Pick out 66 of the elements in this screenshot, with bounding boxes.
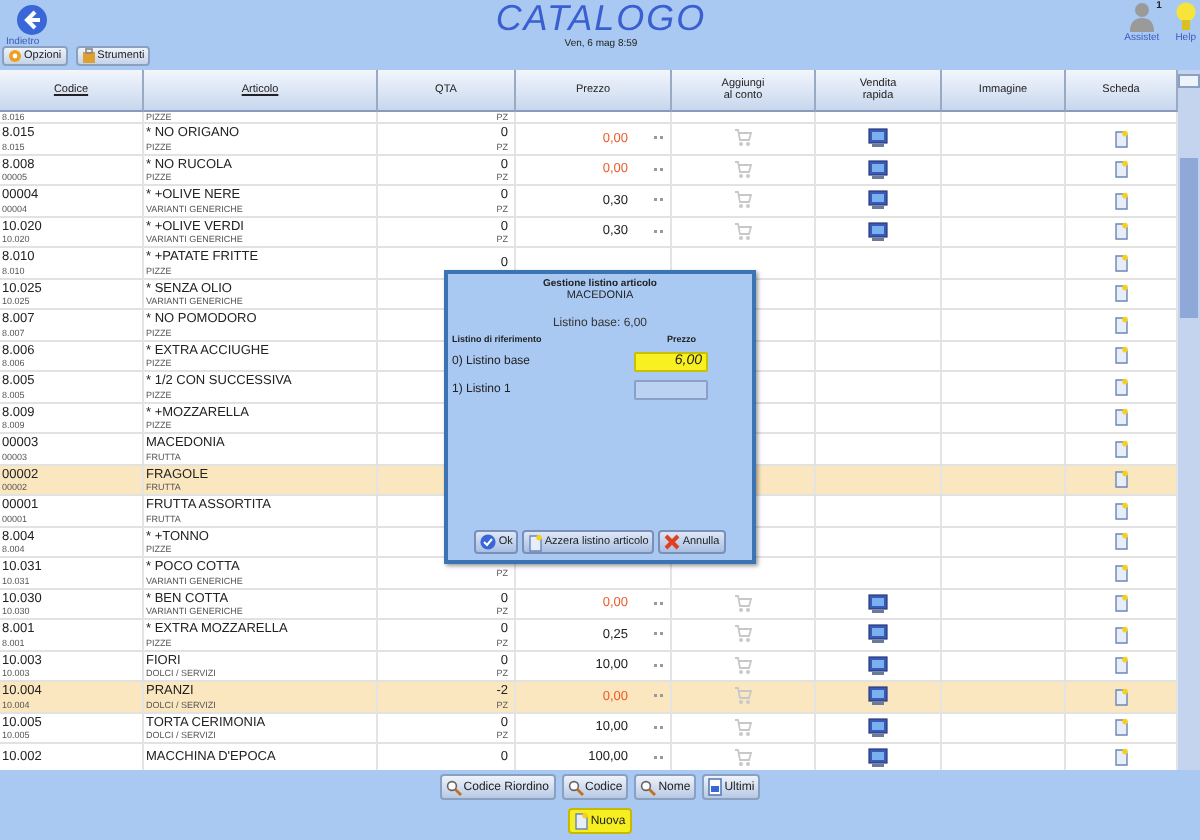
card-icon: [1114, 129, 1128, 148]
cart-icon: [734, 128, 752, 149]
more-icon: [654, 198, 664, 203]
cart-icon: [734, 717, 752, 738]
cart-icon: [734, 624, 752, 645]
back-icon: [16, 4, 48, 36]
lightbulb-icon: [1175, 2, 1196, 32]
toolbox-icon: [81, 48, 96, 64]
search-icon: [567, 779, 583, 795]
close-icon: [664, 534, 681, 550]
cart-icon: [734, 593, 752, 614]
card-icon: [1114, 625, 1128, 644]
price-field[interactable]: [634, 380, 708, 400]
monitor-icon: [868, 655, 888, 676]
monitor-icon: [868, 190, 888, 211]
card-icon: [1114, 470, 1128, 489]
cart-icon: [734, 686, 752, 707]
card-icon: [1114, 563, 1128, 582]
card-icon: [1114, 501, 1128, 520]
card-icon: [1114, 532, 1128, 551]
card-icon: [1114, 687, 1128, 706]
search-icon: [640, 779, 657, 795]
check-icon: [480, 534, 497, 550]
cart-icon: [734, 159, 752, 180]
more-icon: [654, 632, 664, 637]
more-icon: [654, 167, 664, 172]
scrollbar[interactable]: [1178, 70, 1200, 770]
card-icon: [1114, 346, 1128, 365]
card-icon: [1114, 253, 1128, 272]
document-icon: [574, 812, 589, 830]
person-icon: [1129, 2, 1154, 32]
card-icon: [1114, 594, 1128, 613]
card-icon: [1114, 439, 1128, 458]
cart-icon: [734, 747, 752, 767]
more-icon: [654, 229, 664, 234]
cart-icon: [734, 655, 752, 676]
monitor-icon: [868, 747, 888, 767]
card-icon: [1114, 284, 1128, 303]
monitor-icon: [868, 221, 888, 242]
search-icon: [445, 779, 462, 795]
card-icon: [1114, 656, 1128, 675]
card-icon: [1114, 191, 1128, 210]
document-icon: [528, 533, 543, 551]
more-icon: [654, 725, 664, 730]
monitor-icon: [868, 159, 888, 180]
card-icon: [1114, 160, 1128, 179]
card-icon: [1114, 377, 1128, 396]
monitor-icon: [868, 686, 888, 707]
monitor-icon: [868, 717, 888, 738]
more-icon: [654, 136, 664, 141]
card-icon: [1114, 718, 1128, 737]
gear-icon: [8, 48, 22, 64]
monitor-icon: [868, 593, 888, 614]
more-icon: [654, 663, 664, 668]
cart-icon: [734, 221, 752, 242]
card-icon: [1114, 408, 1128, 427]
document-icon: [708, 778, 723, 796]
card-icon: [1114, 748, 1128, 766]
card-icon: [1114, 315, 1128, 334]
more-icon: [654, 601, 664, 606]
more-icon: [654, 694, 664, 699]
monitor-icon: [868, 624, 888, 645]
page-title: CATALOGO: [495, 2, 707, 36]
monitor-icon: [868, 128, 888, 149]
cart-icon: [734, 190, 752, 211]
card-icon: [1114, 222, 1128, 241]
